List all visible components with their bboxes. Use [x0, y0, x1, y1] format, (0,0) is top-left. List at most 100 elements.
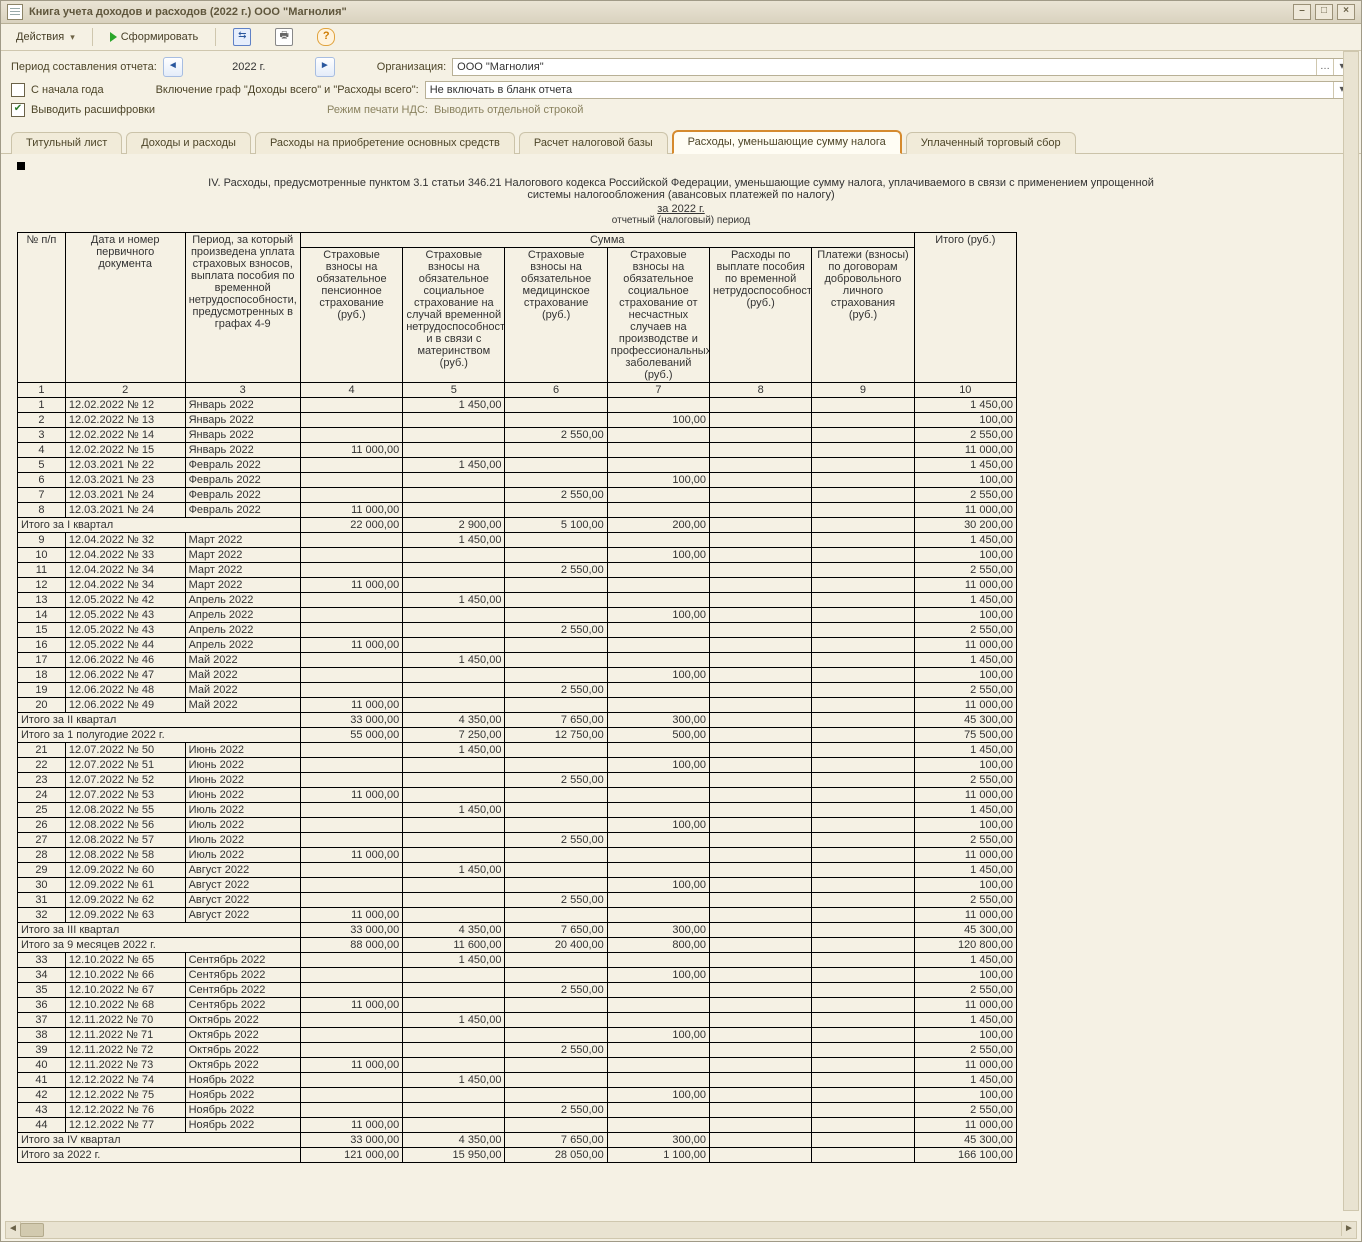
total-cell: 2 550,00: [914, 983, 1016, 998]
amount-cell: [710, 458, 812, 473]
amount-cell: [300, 968, 402, 983]
amount-cell: [403, 443, 505, 458]
total-cell: 100,00: [914, 878, 1016, 893]
amount-cell: [710, 503, 812, 518]
amount-cell: [710, 398, 812, 413]
period-cell: Ноябрь 2022: [185, 1103, 300, 1118]
scroll-left-button[interactable]: ◄: [6, 1222, 21, 1236]
period-cell: Июль 2022: [185, 803, 300, 818]
tab[interactable]: Расчет налоговой базы: [519, 132, 668, 154]
period-prev-button[interactable]: ◄: [163, 57, 183, 77]
decode-checkbox[interactable]: [11, 103, 25, 117]
close-button[interactable]: ×: [1337, 4, 1355, 20]
period-cell: Сентябрь 2022: [185, 998, 300, 1013]
amount-cell: [505, 1013, 607, 1028]
amount-cell: [812, 548, 914, 563]
scroll-thumb[interactable]: [20, 1223, 44, 1237]
doc-cell: 12.03.2021 № 24: [65, 503, 185, 518]
period-cell: Август 2022: [185, 878, 300, 893]
from-start-checkbox[interactable]: [11, 83, 25, 97]
amount-cell: 2 550,00: [505, 623, 607, 638]
window-title: Книга учета доходов и расходов (2022 г.)…: [29, 6, 347, 18]
form-button[interactable]: Сформировать: [101, 26, 208, 48]
total-cell: 11 000,00: [914, 788, 1016, 803]
period-next-button[interactable]: ►: [315, 57, 335, 77]
doc-cell: 12.11.2022 № 70: [65, 1013, 185, 1028]
tab[interactable]: Уплаченный торговый сбор: [906, 132, 1076, 154]
total-cell: 2 550,00: [914, 773, 1016, 788]
period-cell: Июнь 2022: [185, 743, 300, 758]
amount-cell: [300, 608, 402, 623]
actions-menu[interactable]: Действия: [7, 26, 84, 48]
org-lookup-button[interactable]: …: [1316, 59, 1333, 75]
amount-cell: 4 350,00: [403, 1133, 505, 1148]
amount-cell: [403, 488, 505, 503]
col-header: № п/п: [18, 233, 66, 383]
separator: [92, 28, 93, 46]
vertical-scrollbar[interactable]: [1343, 51, 1359, 1211]
minimize-button[interactable]: –: [1293, 4, 1311, 20]
amount-cell: [812, 1028, 914, 1043]
include-field[interactable]: Не включать в бланк отчета ▾: [425, 81, 1351, 99]
maximize-button[interactable]: □: [1315, 4, 1333, 20]
amount-cell: 7 650,00: [505, 713, 607, 728]
doc-cell: 12.06.2022 № 47: [65, 668, 185, 683]
amount-cell: [300, 623, 402, 638]
help-icon: [317, 28, 335, 46]
total-cell: 11 000,00: [914, 1058, 1016, 1073]
amount-cell: [812, 518, 914, 533]
print-button[interactable]: [266, 26, 302, 48]
amount-cell: [300, 983, 402, 998]
amount-cell: [710, 623, 812, 638]
amount-cell: [607, 698, 709, 713]
row-number: 29: [18, 863, 66, 878]
doc-cell: 12.09.2022 № 60: [65, 863, 185, 878]
tab[interactable]: Доходы и расходы: [126, 132, 251, 154]
row-number: 11: [18, 563, 66, 578]
total-cell: 1 450,00: [914, 398, 1016, 413]
scroll-right-button[interactable]: ►: [1341, 1222, 1356, 1236]
col-header: Страховые взносы на обязательное медицин…: [505, 248, 607, 383]
amount-cell: [505, 1118, 607, 1133]
help-button[interactable]: [308, 26, 344, 48]
total-cell: 100,00: [914, 818, 1016, 833]
amount-cell: 11 600,00: [403, 938, 505, 953]
amount-cell: [607, 788, 709, 803]
refresh-button[interactable]: [224, 26, 260, 48]
col-number: 6: [505, 383, 607, 398]
amount-cell: [607, 803, 709, 818]
tab[interactable]: Расходы на приобретение основных средств: [255, 132, 515, 154]
row-number: 42: [18, 1088, 66, 1103]
amount-cell: [710, 1028, 812, 1043]
total-cell: 100,00: [914, 413, 1016, 428]
amount-cell: 7 650,00: [505, 923, 607, 938]
total-cell: 1 450,00: [914, 653, 1016, 668]
amount-cell: [710, 893, 812, 908]
amount-cell: [505, 788, 607, 803]
row-number: 15: [18, 623, 66, 638]
row-number: 40: [18, 1058, 66, 1073]
table-row: 2712.08.2022 № 57Июль 20222 550,002 550,…: [18, 833, 1017, 848]
tab[interactable]: Титульный лист: [11, 132, 122, 154]
amount-cell: [812, 818, 914, 833]
table-row: 4412.12.2022 № 77Ноябрь 202211 000,0011 …: [18, 1118, 1017, 1133]
table-row: 4112.12.2022 № 74Ноябрь 20221 450,001 45…: [18, 1073, 1017, 1088]
report-area: IV. Расходы, предусмотренные пунктом 3.1…: [1, 154, 1361, 1173]
summary-row: Итого за 1 полугодие 2022 г.55 000,007 2…: [18, 728, 1017, 743]
amount-cell: 5 100,00: [505, 518, 607, 533]
amount-cell: [403, 578, 505, 593]
org-field[interactable]: ООО "Магнолия" … ▾: [452, 58, 1351, 76]
amount-cell: [607, 458, 709, 473]
doc-cell: 12.12.2022 № 76: [65, 1103, 185, 1118]
tab[interactable]: Расходы, уменьшающие сумму налога: [672, 130, 902, 154]
row-number: 34: [18, 968, 66, 983]
amount-cell: [300, 1043, 402, 1058]
total-cell: 2 550,00: [914, 428, 1016, 443]
horizontal-scrollbar[interactable]: ◄ ►: [5, 1221, 1357, 1239]
amount-cell: 100,00: [607, 668, 709, 683]
amount-cell: [505, 863, 607, 878]
amount-cell: [607, 998, 709, 1013]
amount-cell: 100,00: [607, 818, 709, 833]
total-cell: 2 550,00: [914, 833, 1016, 848]
table-row: 612.03.2021 № 23Февраль 2022100,00100,00: [18, 473, 1017, 488]
